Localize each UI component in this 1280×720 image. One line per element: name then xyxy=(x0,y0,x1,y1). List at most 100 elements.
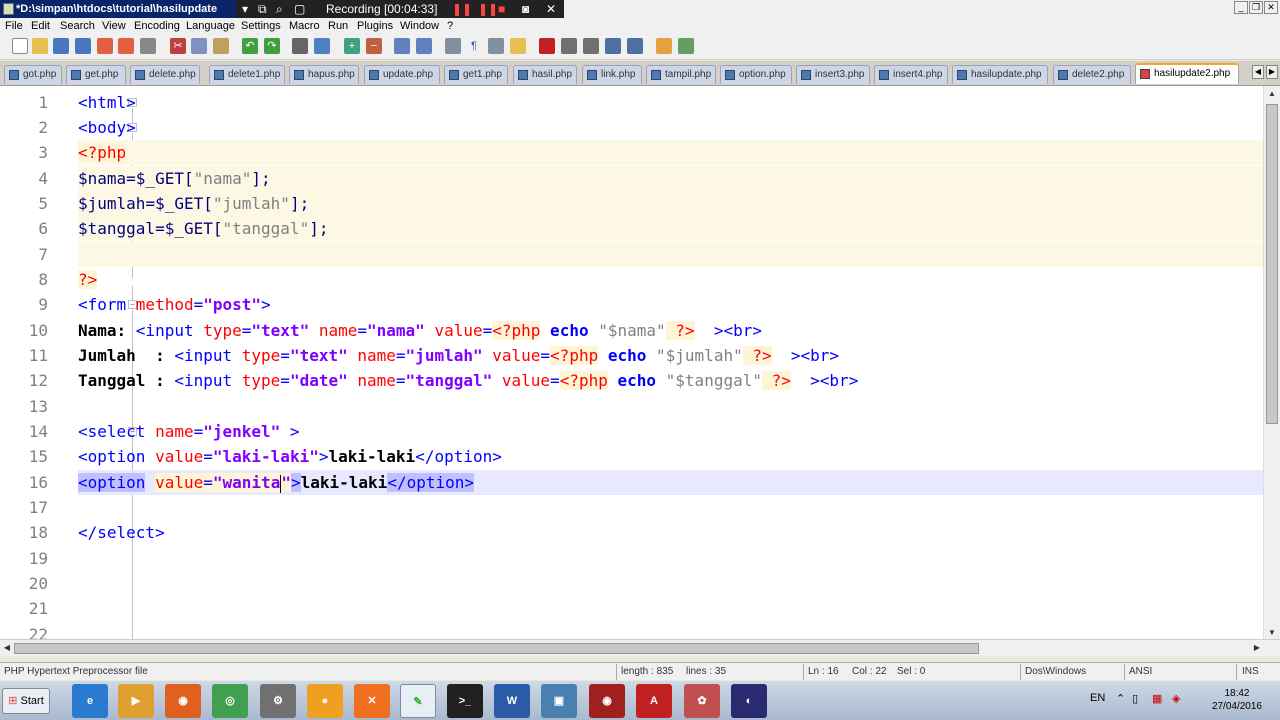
eclipse-icon[interactable]: ◐ xyxy=(731,684,767,718)
save-all-icon[interactable] xyxy=(75,38,91,54)
vertical-scrollbar[interactable]: ▲ ▼ xyxy=(1263,86,1280,641)
stop-icon[interactable]: ■ xyxy=(498,0,505,18)
code-editor[interactable]: 1 2 3 4 5 6 7 8 9 10 11 12 13 14 15 16 1… xyxy=(0,85,1280,644)
wrap-icon[interactable] xyxy=(445,38,461,54)
close-recording-icon[interactable]: ✕ xyxy=(546,0,556,18)
start-button[interactable]: ⊞ Start xyxy=(2,688,50,714)
ie-icon[interactable]: e xyxy=(72,684,108,718)
app-icon[interactable]: ● xyxy=(307,684,343,718)
udl-icon[interactable] xyxy=(510,38,526,54)
firefox-icon[interactable]: ◉ xyxy=(165,684,201,718)
menu-language[interactable]: Language xyxy=(186,19,235,33)
scroll-left-icon[interactable]: ◀ xyxy=(0,641,14,655)
print-icon[interactable] xyxy=(140,38,156,54)
pdf-icon[interactable]: A xyxy=(636,684,672,718)
image-viewer-icon[interactable]: ▣ xyxy=(541,684,577,718)
find-icon[interactable] xyxy=(292,38,308,54)
tab-insert3[interactable]: insert3.php xyxy=(796,65,870,84)
pause-icon[interactable]: ❚❚ xyxy=(452,0,472,18)
copy-icon[interactable] xyxy=(191,38,207,54)
search-icon[interactable]: ⌕ xyxy=(276,0,283,18)
language-indicator[interactable]: EN xyxy=(1090,692,1105,704)
volume-icon[interactable]: ◈ xyxy=(1172,692,1180,705)
tab-delete2[interactable]: delete2.php xyxy=(1053,65,1131,84)
menu-window[interactable]: Window xyxy=(400,19,439,33)
spellcheck-icon[interactable] xyxy=(678,38,694,54)
maximize-icon[interactable]: ❐ xyxy=(1249,1,1263,14)
camera-icon[interactable]: ◙ xyxy=(522,0,529,18)
minimize-icon[interactable]: _ xyxy=(1234,1,1248,14)
word-icon[interactable]: W xyxy=(494,684,530,718)
horizontal-scroll-thumb[interactable] xyxy=(14,643,979,654)
redo-icon[interactable]: ↷ xyxy=(264,38,280,54)
paint-icon[interactable]: ✿ xyxy=(684,684,720,718)
menu-macro[interactable]: Macro xyxy=(289,19,320,33)
scroll-up-icon[interactable]: ▲ xyxy=(1265,87,1279,101)
window-icon[interactable]: ⧉ xyxy=(258,0,267,18)
vertical-scroll-thumb[interactable] xyxy=(1266,104,1278,424)
tab-hasilupdate[interactable]: hasilupdate.php xyxy=(952,65,1048,84)
sync-v-icon[interactable] xyxy=(394,38,410,54)
tool-icon[interactable]: ⚙ xyxy=(260,684,296,718)
open-icon[interactable] xyxy=(32,38,48,54)
zoom-in-icon[interactable]: + xyxy=(344,38,360,54)
dropdown-icon[interactable]: ▾ xyxy=(242,0,248,18)
menu-edit[interactable]: Edit xyxy=(31,19,50,33)
cmd-icon[interactable]: >_ xyxy=(447,684,483,718)
chrome-icon[interactable]: ◎ xyxy=(212,684,248,718)
record-macro-icon[interactable] xyxy=(539,38,555,54)
tray-app-icon[interactable]: ▯ xyxy=(1132,692,1138,705)
frame-icon[interactable]: ▢ xyxy=(294,0,305,18)
tray-expand-icon[interactable]: ⌃ xyxy=(1116,692,1125,705)
media-icon[interactable]: ▶ xyxy=(118,684,154,718)
close-all-icon[interactable] xyxy=(118,38,134,54)
play-macro-icon[interactable] xyxy=(583,38,599,54)
tab-left-icon[interactable]: ◀ xyxy=(1252,65,1264,79)
xampp-icon[interactable]: ✕ xyxy=(354,684,390,718)
recorder-icon[interactable]: ◉ xyxy=(589,684,625,718)
tab-got[interactable]: got.php xyxy=(4,65,62,84)
menu-file[interactable]: File xyxy=(5,19,23,33)
network-icon[interactable]: ▦ xyxy=(1152,692,1162,705)
run-macro-icon[interactable] xyxy=(605,38,621,54)
save-icon[interactable] xyxy=(53,38,69,54)
tab-get[interactable]: get.php xyxy=(66,65,126,84)
new-file-icon[interactable] xyxy=(12,38,28,54)
scroll-right-icon[interactable]: ▶ xyxy=(1250,641,1264,655)
menu-plugins[interactable]: Plugins xyxy=(357,19,393,33)
zoom-out-icon[interactable]: − xyxy=(366,38,382,54)
tab-tampil[interactable]: tampil.php xyxy=(646,65,716,84)
menu-encoding[interactable]: Encoding xyxy=(134,19,180,33)
tab-right-icon[interactable]: ▶ xyxy=(1266,65,1278,79)
scroll-down-icon[interactable]: ▼ xyxy=(1265,626,1279,640)
clock[interactable]: 18:42 27/04/2016 xyxy=(1212,687,1262,713)
replace-icon[interactable] xyxy=(314,38,330,54)
tab-hasilupdate2[interactable]: hasilupdate2.php xyxy=(1135,63,1239,84)
stop-macro-icon[interactable] xyxy=(561,38,577,54)
tab-option[interactable]: option.php xyxy=(720,65,792,84)
pause2-icon[interactable]: ❚❚ xyxy=(478,0,498,18)
sync-h-icon[interactable] xyxy=(416,38,432,54)
tab-hasil[interactable]: hasil.php xyxy=(513,65,577,84)
menu-run[interactable]: Run xyxy=(328,19,348,33)
tab-update[interactable]: update.php xyxy=(364,65,440,84)
undo-icon[interactable]: ↶ xyxy=(242,38,258,54)
save-macro-icon[interactable] xyxy=(627,38,643,54)
tab-insert4[interactable]: insert4.php xyxy=(874,65,948,84)
menu-view[interactable]: View xyxy=(102,19,126,33)
tab-get1[interactable]: get1.php xyxy=(444,65,508,84)
cut-icon[interactable]: ✂ xyxy=(170,38,186,54)
tab-delete[interactable]: delete.php xyxy=(130,65,200,84)
close-icon[interactable]: ✕ xyxy=(1264,1,1278,14)
show-all-icon[interactable]: ¶ xyxy=(466,38,482,54)
notepadpp-taskbar-icon[interactable]: ✎ xyxy=(400,684,436,718)
paste-icon[interactable] xyxy=(213,38,229,54)
tab-link[interactable]: link.php xyxy=(582,65,642,84)
menu-search[interactable]: Search xyxy=(60,19,95,33)
menu-settings[interactable]: Settings xyxy=(241,19,281,33)
plugin-icon[interactable] xyxy=(656,38,672,54)
close-file-icon[interactable] xyxy=(97,38,113,54)
menu-help[interactable]: ? xyxy=(447,19,453,33)
indent-guide-icon[interactable] xyxy=(488,38,504,54)
tab-hapus[interactable]: hapus.php xyxy=(289,65,359,84)
